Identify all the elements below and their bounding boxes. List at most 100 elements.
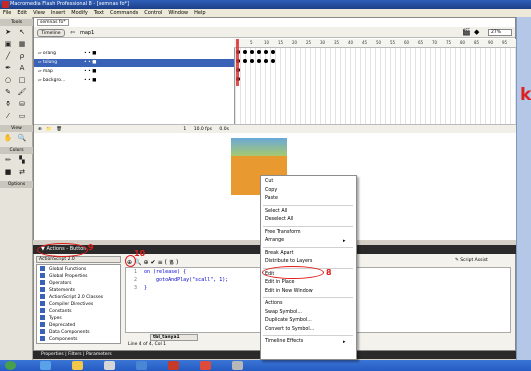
oval-tool-icon[interactable]: ○: [3, 76, 13, 85]
actions-category[interactable]: Operators: [40, 280, 72, 287]
line-tool-icon[interactable]: ╱: [3, 52, 13, 61]
menu-item-view[interactable]: View: [33, 10, 45, 16]
edit-symbol-icon[interactable]: ◆: [474, 28, 479, 36]
context-menu-item-swap-symbol[interactable]: Swap Symbol...: [265, 309, 302, 317]
keyframe-dot[interactable]: [243, 59, 247, 63]
lasso-tool-icon[interactable]: ρ: [17, 52, 27, 61]
add-folder-icon[interactable]: 📁: [46, 127, 52, 132]
scene-name[interactable]: map1: [80, 29, 94, 37]
actions-category[interactable]: Global Functions: [40, 266, 86, 273]
menu-item-window[interactable]: Window: [168, 10, 188, 16]
hand-tool-icon[interactable]: ✋: [3, 134, 13, 143]
keyframe-dot[interactable]: [264, 59, 268, 63]
keyframe-dot[interactable]: [243, 50, 247, 54]
keyframe-dot[interactable]: [250, 59, 254, 63]
keyframe-dot[interactable]: [257, 50, 261, 54]
context-menu-item-convert-to-symbol[interactable]: Convert to Symbol...: [265, 326, 314, 334]
layer-visibility-icons[interactable]: • • ■: [84, 77, 96, 85]
menu-item-text[interactable]: Text: [94, 10, 104, 16]
layer-visibility-icons[interactable]: • • ■: [84, 59, 96, 67]
free-transform-icon[interactable]: ▣: [3, 40, 13, 49]
text-tool-icon[interactable]: A: [17, 64, 27, 73]
eraser-icon[interactable]: ▭: [17, 112, 27, 121]
brush-tool-icon[interactable]: 🖌: [17, 88, 27, 97]
zoom-tool-icon[interactable]: 🔍: [17, 134, 27, 143]
actions-category[interactable]: Components: [40, 336, 77, 343]
context-menu-item-paste[interactable]: Paste: [265, 195, 278, 203]
layer-row[interactable]: ▱ backgro... • • ■: [34, 77, 234, 85]
pen-tool-icon[interactable]: ✒: [3, 64, 13, 73]
menu-item-file[interactable]: File: [3, 10, 11, 16]
auto-format-icon[interactable]: ≡: [158, 259, 165, 266]
stroke-color-icon[interactable]: ✏: [3, 156, 13, 165]
menu-item-insert[interactable]: Insert: [51, 10, 65, 16]
ppt-icon[interactable]: [168, 361, 179, 370]
ie-icon[interactable]: [40, 361, 51, 370]
layer-visibility-icons[interactable]: • • ■: [84, 68, 96, 76]
context-menu-item-cut[interactable]: Cut: [265, 178, 273, 186]
layer-row[interactable]: ▱ orang • • ■: [34, 50, 234, 58]
subselect-tool-icon[interactable]: ↖: [17, 28, 27, 37]
context-menu-item-deselect-all[interactable]: Deselect All: [265, 216, 293, 224]
back-arrow-icon[interactable]: ⇦: [70, 29, 75, 36]
context-menu-item-free-transform[interactable]: Free Transform: [265, 229, 301, 237]
timeline-toggle-button[interactable]: Timeline: [37, 29, 65, 37]
menu-item-edit[interactable]: Edit: [17, 10, 27, 16]
paint-bucket-icon[interactable]: ⛁: [17, 100, 27, 109]
actionscript-version-select[interactable]: ActionScript 2.0: [36, 256, 121, 263]
actions-category[interactable]: Compiler Directives: [40, 301, 93, 308]
actions-category[interactable]: Types: [40, 315, 62, 322]
actions-category[interactable]: Statements: [40, 287, 75, 294]
playhead[interactable]: [236, 39, 239, 86]
keyframe-dot[interactable]: [250, 50, 254, 54]
check-syntax-icon[interactable]: ✔: [151, 259, 158, 266]
actions-category[interactable]: Constants: [40, 308, 72, 315]
keyframe-dot[interactable]: [271, 59, 275, 63]
fill-color-icon[interactable]: ▚: [17, 156, 27, 165]
keyframe-dot[interactable]: [257, 59, 261, 63]
app-task-icon[interactable]: [232, 361, 243, 370]
eyedropper-icon[interactable]: ⁄: [3, 112, 13, 121]
insert-target-icon[interactable]: ⊕: [144, 259, 151, 266]
context-menu-item-arrange[interactable]: Arrange: [265, 237, 284, 245]
context-menu-item-edit-in-place[interactable]: Edit in Place: [265, 279, 294, 287]
delete-layer-icon[interactable]: 🗑: [56, 127, 62, 132]
start-button-icon[interactable]: [5, 361, 16, 370]
script-assist-button[interactable]: ✎ Script Assist: [455, 258, 488, 263]
actions-category[interactable]: Data Components: [40, 329, 90, 336]
actions-category[interactable]: Global Properties: [40, 273, 88, 280]
layer-row[interactable]: ▱ map • • ■: [34, 68, 234, 76]
fill-transform-icon[interactable]: ▦: [17, 40, 27, 49]
layer-visibility-icons[interactable]: • • ■: [84, 50, 96, 58]
context-menu-item-actions[interactable]: Actions: [265, 300, 283, 308]
context-menu-item-edit-in-new-window[interactable]: Edit in New Window: [265, 288, 313, 296]
document-tab[interactable]: semnas fo*: [37, 19, 69, 26]
menu-item-commands[interactable]: Commands: [110, 10, 138, 16]
show-hint-icon[interactable]: (᯾): [165, 259, 181, 266]
keyframe-dot[interactable]: [271, 50, 275, 54]
swap-colors-icon[interactable]: ⇄: [17, 168, 27, 177]
layer-row[interactable]: ▱ tolong • • ■: [34, 59, 234, 67]
context-menu-item-timeline-effects[interactable]: Timeline Effects: [265, 338, 303, 346]
add-layer-icon[interactable]: ⊕: [38, 127, 42, 132]
frame-ruler[interactable]: 15101520253035404550556065707580859095: [234, 39, 516, 48]
zoom-select[interactable]: 27%: [488, 29, 512, 36]
actions-category[interactable]: Deprecated: [40, 322, 75, 329]
context-menu-item-select-all[interactable]: Select All: [265, 208, 287, 216]
context-menu-item-copy[interactable]: Copy: [265, 187, 277, 195]
menu-item-help[interactable]: Help: [194, 10, 205, 16]
keyframe-dot[interactable]: [264, 50, 268, 54]
black-white-icon[interactable]: ■: [3, 168, 13, 177]
script-tab[interactable]: tbl_tanya1: [150, 334, 198, 341]
edit-scene-icon[interactable]: 🎬: [462, 28, 471, 36]
pencil-tool-icon[interactable]: ✎: [3, 88, 13, 97]
actions-category[interactable]: ActionScript 2.0 Classes: [40, 294, 103, 301]
menu-item-control[interactable]: Control: [144, 10, 162, 16]
flash-task-icon[interactable]: [200, 361, 211, 370]
context-menu-item-break-apart[interactable]: Break Apart: [265, 250, 293, 258]
rectangle-tool-icon[interactable]: □: [17, 76, 27, 85]
media-icon[interactable]: [104, 361, 115, 370]
folder-icon[interactable]: [72, 361, 83, 370]
ink-bottle-icon[interactable]: ⚱: [3, 100, 13, 109]
arrow-tool-icon[interactable]: ➤: [3, 28, 13, 37]
